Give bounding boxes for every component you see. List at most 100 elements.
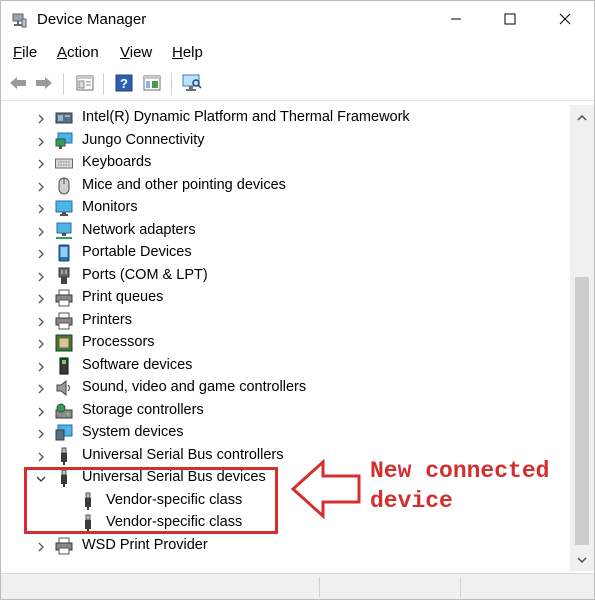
properties-button[interactable] (74, 73, 96, 95)
menu-action[interactable]: Action (57, 44, 99, 61)
tree-item[interactable]: Ports (COM & LPT) (1, 265, 570, 287)
tree-item[interactable]: Software devices (1, 355, 570, 377)
annotation-line-2: device (370, 488, 453, 514)
chip-icon (55, 109, 73, 127)
monitor-network-icon (55, 132, 73, 150)
tree-item[interactable]: Keyboards (1, 152, 570, 174)
chevron-right-icon[interactable] (35, 112, 47, 124)
tree-item-label: Jungo Connectivity (82, 132, 205, 148)
chevron-right-icon[interactable] (35, 247, 47, 259)
highlight-box (24, 467, 278, 534)
chevron-right-icon[interactable] (35, 405, 47, 417)
tree-item[interactable]: Printers (1, 310, 570, 332)
chevron-up-icon (577, 109, 587, 125)
forward-button[interactable] (33, 73, 55, 95)
tree-item[interactable]: Sound, video and game controllers (1, 377, 570, 399)
toolbar-separator (171, 73, 172, 95)
chevron-right-icon[interactable] (35, 382, 47, 394)
tree-item-label: Ports (COM & LPT) (82, 267, 208, 283)
menu-view-label: View (120, 44, 153, 61)
tree-item-label: Processors (82, 334, 155, 350)
tree-item[interactable]: Jungo Connectivity (1, 130, 570, 152)
minimize-button[interactable] (433, 1, 479, 39)
forward-arrow-icon (34, 75, 54, 94)
tree-item-label: Printers (82, 312, 132, 328)
menu-view[interactable]: View (120, 44, 152, 61)
tree-item-label: Universal Serial Bus controllers (82, 447, 284, 463)
chevron-right-icon[interactable] (35, 427, 47, 439)
tree-item[interactable]: Mice and other pointing devices (1, 175, 570, 197)
port-icon (55, 267, 73, 285)
tree-item[interactable]: Print queues (1, 287, 570, 309)
chevron-right-icon[interactable] (35, 202, 47, 214)
back-button[interactable] (7, 73, 29, 95)
processor-icon (55, 334, 73, 352)
menu-action-label: Action (57, 44, 99, 61)
tree-item-label: Print queues (82, 289, 164, 305)
scan-hardware-button[interactable] (181, 73, 203, 95)
menu-bar: File Action View Help (1, 41, 594, 65)
scan-hardware-icon (182, 74, 202, 95)
tree-item[interactable]: Network adapters (1, 220, 570, 242)
menu-file[interactable]: File (13, 44, 37, 61)
tree-item-label: Network adapters (82, 222, 196, 238)
tree-item[interactable]: Monitors (1, 197, 570, 219)
tree-item[interactable]: Portable Devices (1, 242, 570, 264)
tree-item-label: Sound, video and game controllers (82, 379, 307, 395)
chevron-right-icon[interactable] (35, 225, 47, 237)
status-pane (460, 577, 461, 597)
close-button[interactable] (542, 1, 588, 39)
chevron-right-icon[interactable] (35, 315, 47, 327)
status-bar (1, 573, 594, 599)
scroll-down-button[interactable] (570, 547, 594, 571)
chevron-right-icon[interactable] (35, 292, 47, 304)
tree-item[interactable]: System devices (1, 422, 570, 444)
tree-item-label: Software devices (82, 357, 193, 373)
chevron-right-icon[interactable] (35, 540, 47, 552)
toolbar-separator (103, 73, 104, 95)
vertical-scrollbar[interactable] (570, 105, 594, 571)
scroll-up-button[interactable] (570, 105, 594, 129)
show-hide-console-tree-button[interactable] (141, 73, 163, 95)
printer-icon (55, 312, 73, 330)
chevron-right-icon[interactable] (35, 180, 47, 192)
tree-item-label: Mice and other pointing devices (82, 177, 286, 193)
keyboard-icon (55, 154, 73, 172)
console-tree-icon (143, 75, 161, 94)
svg-text:?: ? (120, 76, 128, 91)
toolbar-separator (63, 73, 64, 95)
tree-item[interactable]: Storage controllers (1, 400, 570, 422)
tree-item-label: Monitors (82, 199, 138, 215)
software-device-icon (55, 357, 73, 375)
scrollbar-thumb[interactable] (575, 277, 589, 545)
tree-item[interactable]: WSD Print Provider (1, 535, 570, 557)
tree-item-label: Intel(R) Dynamic Platform and Thermal Fr… (82, 109, 410, 125)
tree-item[interactable]: Intel(R) Dynamic Platform and Thermal Fr… (1, 107, 570, 129)
chevron-right-icon[interactable] (35, 337, 47, 349)
callout-arrow-icon (290, 459, 361, 519)
tree-item-label: Keyboards (82, 154, 152, 170)
title-bar[interactable]: Device Manager (1, 1, 594, 39)
tree-item-label: Storage controllers (82, 402, 204, 418)
network-adapter-icon (55, 222, 73, 240)
tree-item-label: WSD Print Provider (82, 537, 208, 553)
device-manager-app-icon (11, 12, 27, 28)
help-icon: ? (115, 74, 133, 95)
maximize-icon (504, 12, 516, 28)
maximize-button[interactable] (487, 1, 533, 39)
tree-item-label: Portable Devices (82, 244, 192, 260)
printer-icon (55, 289, 73, 307)
chevron-right-icon[interactable] (35, 450, 47, 462)
chevron-right-icon[interactable] (35, 135, 47, 147)
speaker-icon (55, 379, 73, 397)
chevron-right-icon[interactable] (35, 270, 47, 282)
close-icon (559, 12, 571, 28)
tree-item[interactable]: Processors (1, 332, 570, 354)
status-pane (319, 577, 320, 597)
help-button[interactable]: ? (113, 73, 135, 95)
window-title: Device Manager (37, 11, 147, 28)
chevron-right-icon[interactable] (35, 157, 47, 169)
minimize-icon (450, 12, 462, 28)
menu-help[interactable]: Help (172, 44, 203, 61)
chevron-right-icon[interactable] (35, 360, 47, 372)
